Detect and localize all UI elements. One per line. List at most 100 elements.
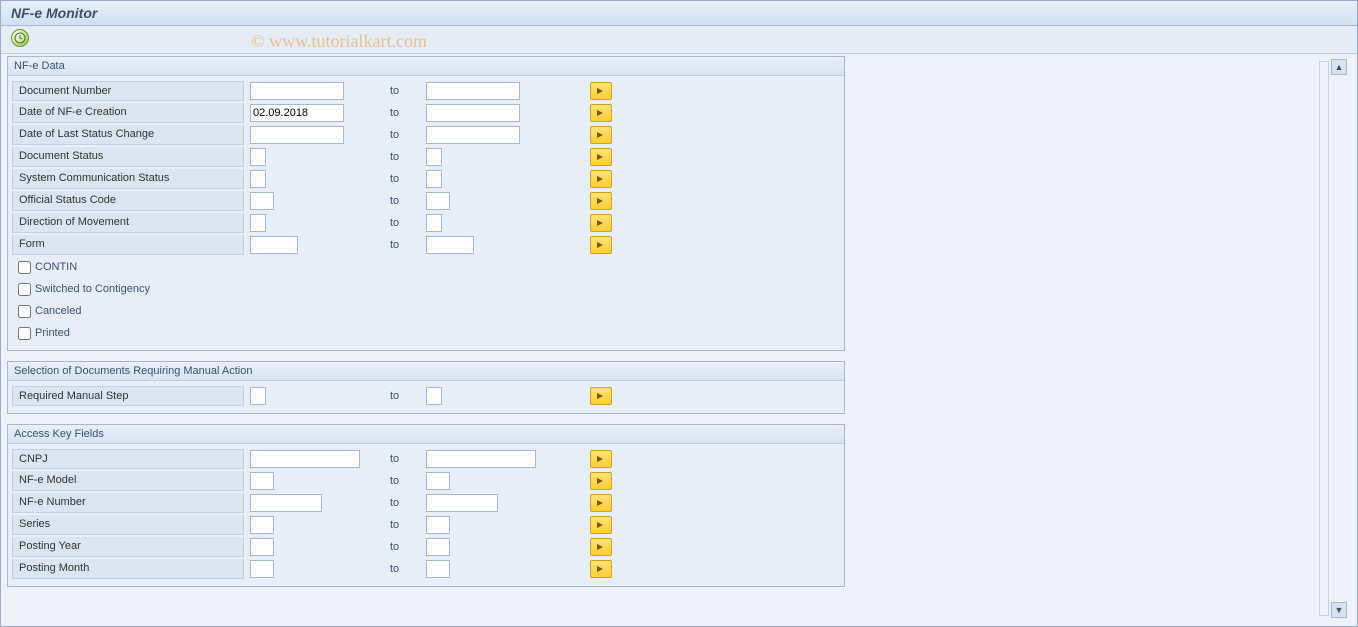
arrow-right-icon <box>596 477 606 485</box>
multi-select-button[interactable] <box>590 126 612 144</box>
label-form: Form <box>12 235 244 255</box>
label-nfe-number: NF-e Number <box>12 493 244 513</box>
label-document-number: Document Number <box>12 81 244 101</box>
label-official-code: Official Status Code <box>12 191 244 211</box>
to-label: to <box>390 519 420 531</box>
arrow-right-icon <box>596 543 606 551</box>
to-label: to <box>390 129 420 141</box>
label-required-manual: Required Manual Step <box>12 386 244 406</box>
group-access-key: Access Key Fields CNPJ to NF-e Model to <box>7 424 845 587</box>
row-date-creation: Date of NF-e Creation to <box>12 102 840 124</box>
series-from-input[interactable] <box>250 516 274 534</box>
posting-year-from-input[interactable] <box>250 538 274 556</box>
multi-select-button[interactable] <box>590 387 612 405</box>
multi-select-button[interactable] <box>590 560 612 578</box>
multi-select-button[interactable] <box>590 214 612 232</box>
label-date-last-change: Date of Last Status Change <box>12 125 244 145</box>
nfe-model-to-input[interactable] <box>426 472 450 490</box>
arrow-right-icon <box>596 455 606 463</box>
date-last-change-to-input[interactable] <box>426 126 520 144</box>
to-label: to <box>390 173 420 185</box>
arrow-right-icon <box>596 87 606 95</box>
printed-checkbox[interactable] <box>18 327 31 340</box>
syscomm-from-input[interactable] <box>250 170 266 188</box>
form-to-input[interactable] <box>426 236 474 254</box>
label-syscomm-status: System Communication Status <box>12 169 244 189</box>
execute-button[interactable] <box>11 29 29 47</box>
row-contin: CONTIN <box>12 256 840 278</box>
switched-checkbox[interactable] <box>18 283 31 296</box>
official-code-from-input[interactable] <box>250 192 274 210</box>
multi-select-button[interactable] <box>590 170 612 188</box>
required-manual-to-input[interactable] <box>426 387 442 405</box>
direction-to-input[interactable] <box>426 214 442 232</box>
row-document-number: Document Number to <box>12 80 840 102</box>
cnpj-to-input[interactable] <box>426 450 536 468</box>
multi-select-button[interactable] <box>590 472 612 490</box>
multi-select-button[interactable] <box>590 192 612 210</box>
row-direction-movement: Direction of Movement to <box>12 212 840 234</box>
row-posting-month: Posting Month to <box>12 558 840 580</box>
nfe-number-from-input[interactable] <box>250 494 322 512</box>
posting-month-from-input[interactable] <box>250 560 274 578</box>
arrow-right-icon <box>596 565 606 573</box>
date-last-change-from-input[interactable] <box>250 126 344 144</box>
multi-select-button[interactable] <box>590 104 612 122</box>
document-status-to-input[interactable] <box>426 148 442 166</box>
contin-checkbox[interactable] <box>18 261 31 274</box>
official-code-to-input[interactable] <box>426 192 450 210</box>
date-creation-from-input[interactable] <box>250 104 344 122</box>
posting-month-to-input[interactable] <box>426 560 450 578</box>
arrow-right-icon <box>596 521 606 529</box>
multi-select-button[interactable] <box>590 148 612 166</box>
nfe-model-from-input[interactable] <box>250 472 274 490</box>
to-label: to <box>390 563 420 575</box>
multi-select-button[interactable] <box>590 538 612 556</box>
document-number-from-input[interactable] <box>250 82 344 100</box>
to-label: to <box>390 195 420 207</box>
printed-label: Printed <box>35 327 70 339</box>
arrow-right-icon <box>596 175 606 183</box>
form-from-input[interactable] <box>250 236 298 254</box>
label-posting-month: Posting Month <box>12 559 244 579</box>
direction-from-input[interactable] <box>250 214 266 232</box>
multi-select-button[interactable] <box>590 516 612 534</box>
posting-year-to-input[interactable] <box>426 538 450 556</box>
clock-execute-icon <box>14 32 26 44</box>
to-label: to <box>390 217 420 229</box>
scroll-up-button[interactable]: ▲ <box>1331 59 1347 75</box>
to-label: to <box>390 390 420 402</box>
row-form: Form to <box>12 234 840 256</box>
arrow-right-icon <box>596 197 606 205</box>
date-creation-to-input[interactable] <box>426 104 520 122</box>
row-printed: Printed <box>12 322 840 344</box>
label-nfe-model: NF-e Model <box>12 471 244 491</box>
document-number-to-input[interactable] <box>426 82 520 100</box>
label-cnpj: CNPJ <box>12 449 244 469</box>
row-posting-year: Posting Year to <box>12 536 840 558</box>
syscomm-to-input[interactable] <box>426 170 442 188</box>
multi-select-button[interactable] <box>590 236 612 254</box>
arrow-right-icon <box>596 153 606 161</box>
multi-select-button[interactable] <box>590 82 612 100</box>
row-nfe-number: NF-e Number to <box>12 492 840 514</box>
row-cnpj: CNPJ to <box>12 448 840 470</box>
document-status-from-input[interactable] <box>250 148 266 166</box>
multi-select-button[interactable] <box>590 450 612 468</box>
content-area: NF-e Data Document Number to Date of NF-… <box>7 56 1351 620</box>
row-switched: Switched to Contigency <box>12 278 840 300</box>
series-to-input[interactable] <box>426 516 450 534</box>
scroll-down-button[interactable]: ▼ <box>1331 602 1347 618</box>
canceled-checkbox[interactable] <box>18 305 31 318</box>
cnpj-from-input[interactable] <box>250 450 360 468</box>
required-manual-from-input[interactable] <box>250 387 266 405</box>
row-date-last-change: Date of Last Status Change to <box>12 124 840 146</box>
row-document-status: Document Status to <box>12 146 840 168</box>
multi-select-button[interactable] <box>590 494 612 512</box>
to-label: to <box>390 541 420 553</box>
label-direction-movement: Direction of Movement <box>12 213 244 233</box>
row-required-manual: Required Manual Step to <box>12 385 840 407</box>
inner-scroll-track[interactable] <box>1319 61 1329 616</box>
to-label: to <box>390 107 420 119</box>
nfe-number-to-input[interactable] <box>426 494 498 512</box>
